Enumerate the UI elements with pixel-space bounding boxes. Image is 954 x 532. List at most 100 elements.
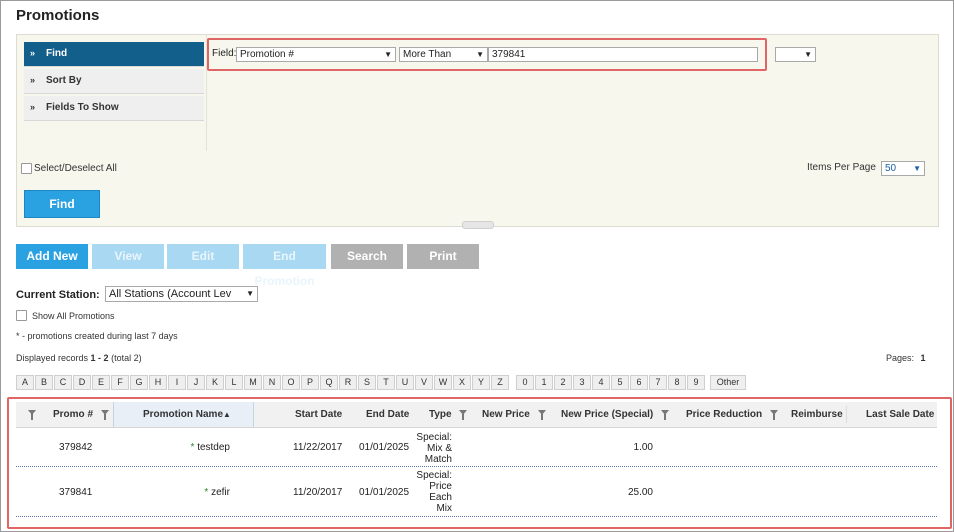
filter-icon[interactable] [538, 410, 546, 420]
alphabet-button[interactable]: O [282, 375, 300, 390]
col-start-date[interactable]: Start Date [295, 402, 342, 427]
displayed-records: Displayed records 1 - 2 (total 2) [16, 353, 142, 363]
alphabet-button[interactable]: I [168, 375, 186, 390]
filter-icon[interactable] [770, 410, 778, 420]
value-input[interactable]: 379841 [488, 47, 758, 62]
cell-promotion-name: * zefir [116, 487, 230, 498]
filter-icon[interactable] [101, 410, 109, 420]
alphabet-button[interactable]: 0 [516, 375, 534, 390]
alphabet-button[interactable]: 9 [687, 375, 705, 390]
find-button[interactable]: Find [24, 190, 100, 218]
alphabet-button[interactable]: Y [472, 375, 490, 390]
alphabet-button[interactable]: 6 [630, 375, 648, 390]
alphabet-button[interactable]: U [396, 375, 414, 390]
alphabet-button[interactable]: 1 [535, 375, 553, 390]
items-per-page-value: 50 [885, 163, 897, 174]
edit-button[interactable]: Edit [167, 244, 239, 269]
filter-icon[interactable] [661, 410, 669, 420]
col-new-price-special[interactable]: New Price (Special) [561, 402, 653, 427]
col-promotion-name[interactable]: Promotion Name▲ [143, 402, 231, 427]
cell-promo: 379841 [59, 487, 93, 498]
menu-item-find[interactable]: » Find [24, 42, 204, 67]
alphabet-button[interactable]: J [187, 375, 205, 390]
add-new-button[interactable]: Add New [16, 244, 88, 269]
col-type[interactable]: Type [429, 402, 452, 427]
col-promo[interactable]: Promo # [53, 402, 93, 427]
alphabet-button[interactable]: D [73, 375, 91, 390]
alphabet-button[interactable]: H [149, 375, 167, 390]
new-promotion-marker: * [190, 442, 195, 453]
cell-type-line: Mix [436, 503, 452, 514]
col-price-reduction[interactable]: Price Reduction [686, 402, 762, 427]
alphabet-button[interactable]: A [16, 375, 34, 390]
alphabet-button[interactable]: 5 [611, 375, 629, 390]
table-row[interactable]: 379841 * zefir 11/20/2017 01/01/2025 Spe… [16, 467, 937, 517]
chevron-down-icon: ▼ [476, 50, 484, 59]
menu-item-sort-by[interactable]: » Sort By [24, 69, 204, 94]
station-label: Current Station: [16, 289, 100, 301]
alphabet-button[interactable]: V [415, 375, 433, 390]
select-all-label: Select/Deselect All [34, 163, 117, 174]
sort-ascending-icon: ▲ [223, 410, 231, 419]
cell-start-date: 11/20/2017 [293, 487, 343, 498]
search-panel: » Find » Sort By » Fields To Show Field: Pr… [16, 34, 939, 229]
alphabet-button[interactable]: N [263, 375, 281, 390]
alphabet-button[interactable]: 2 [554, 375, 572, 390]
filter-icon[interactable] [459, 410, 467, 420]
col-last-sale-date[interactable]: Last Sale Date [866, 402, 934, 427]
station-select[interactable]: All Stations (Account Lev ▼ [105, 286, 258, 302]
alphabet-button[interactable]: Other [710, 375, 746, 390]
cell-end-date: 01/01/2025 [359, 487, 410, 498]
panel-resize-handle[interactable] [462, 221, 494, 229]
field-select[interactable]: Promotion # ▼ [236, 47, 396, 62]
alphabet-button[interactable]: Q [320, 375, 338, 390]
col-reimburse[interactable]: Reimburse [791, 402, 843, 427]
alphabet-button[interactable]: W [434, 375, 452, 390]
alphabet-button[interactable]: K [206, 375, 224, 390]
alphabet-button[interactable]: R [339, 375, 357, 390]
double-chevron-icon: » [30, 102, 36, 112]
pages-value: 1 [920, 353, 926, 363]
cell-type-line: Special: [416, 470, 452, 481]
chevron-down-icon: ▼ [913, 164, 921, 173]
filter-icon[interactable] [28, 410, 36, 420]
alphabet-button[interactable]: Z [491, 375, 509, 390]
search-button[interactable]: Search [331, 244, 403, 269]
col-new-price[interactable]: New Price [482, 402, 530, 427]
cell-type-line: Match [424, 454, 452, 465]
print-button[interactable]: Print [407, 244, 479, 269]
alphabet-button[interactable]: 7 [649, 375, 667, 390]
items-per-page-label: Items Per Page [807, 162, 876, 173]
items-per-page-select[interactable]: 50 ▼ [881, 161, 925, 176]
alphabet-button[interactable]: T [377, 375, 395, 390]
show-all-checkbox[interactable] [16, 310, 27, 321]
alphabet-button[interactable]: X [453, 375, 471, 390]
alphabet-button[interactable]: E [92, 375, 110, 390]
extra-select[interactable]: ▼ [775, 47, 816, 62]
table-row[interactable]: 379842 * testdep 11/22/2017 01/01/2025 S… [16, 428, 937, 467]
menu-item-label: Sort By [46, 75, 82, 86]
end-promotion-button[interactable]: End Promotion [243, 244, 326, 288]
alphabet-button[interactable]: 4 [592, 375, 610, 390]
alphabet-button[interactable]: L [225, 375, 243, 390]
alphabet-button[interactable]: M [244, 375, 262, 390]
view-button[interactable]: View [92, 244, 164, 269]
cell-promo: 379842 [59, 442, 93, 453]
menu-item-label: Find [46, 48, 68, 59]
alphabet-button[interactable]: 3 [573, 375, 591, 390]
alphabet-button[interactable]: G [130, 375, 148, 390]
col-end-date[interactable]: End Date [366, 402, 409, 427]
alphabet-button[interactable]: F [111, 375, 129, 390]
menu-item-fields-to-show[interactable]: » Fields To Show [24, 96, 204, 121]
cell-promotion-name-text: testdep [197, 442, 230, 453]
cell-type-line: Price [429, 481, 452, 492]
alphabet-button[interactable]: 8 [668, 375, 686, 390]
alphabet-button[interactable]: C [54, 375, 72, 390]
select-all-checkbox[interactable] [21, 163, 32, 174]
menu-item-label: Fields To Show [46, 102, 119, 113]
alphabet-button[interactable]: B [35, 375, 53, 390]
field-select-value: Promotion # [240, 49, 294, 60]
alphabet-button[interactable]: S [358, 375, 376, 390]
alphabet-button[interactable]: P [301, 375, 319, 390]
operator-select[interactable]: More Than ▼ [399, 47, 488, 62]
